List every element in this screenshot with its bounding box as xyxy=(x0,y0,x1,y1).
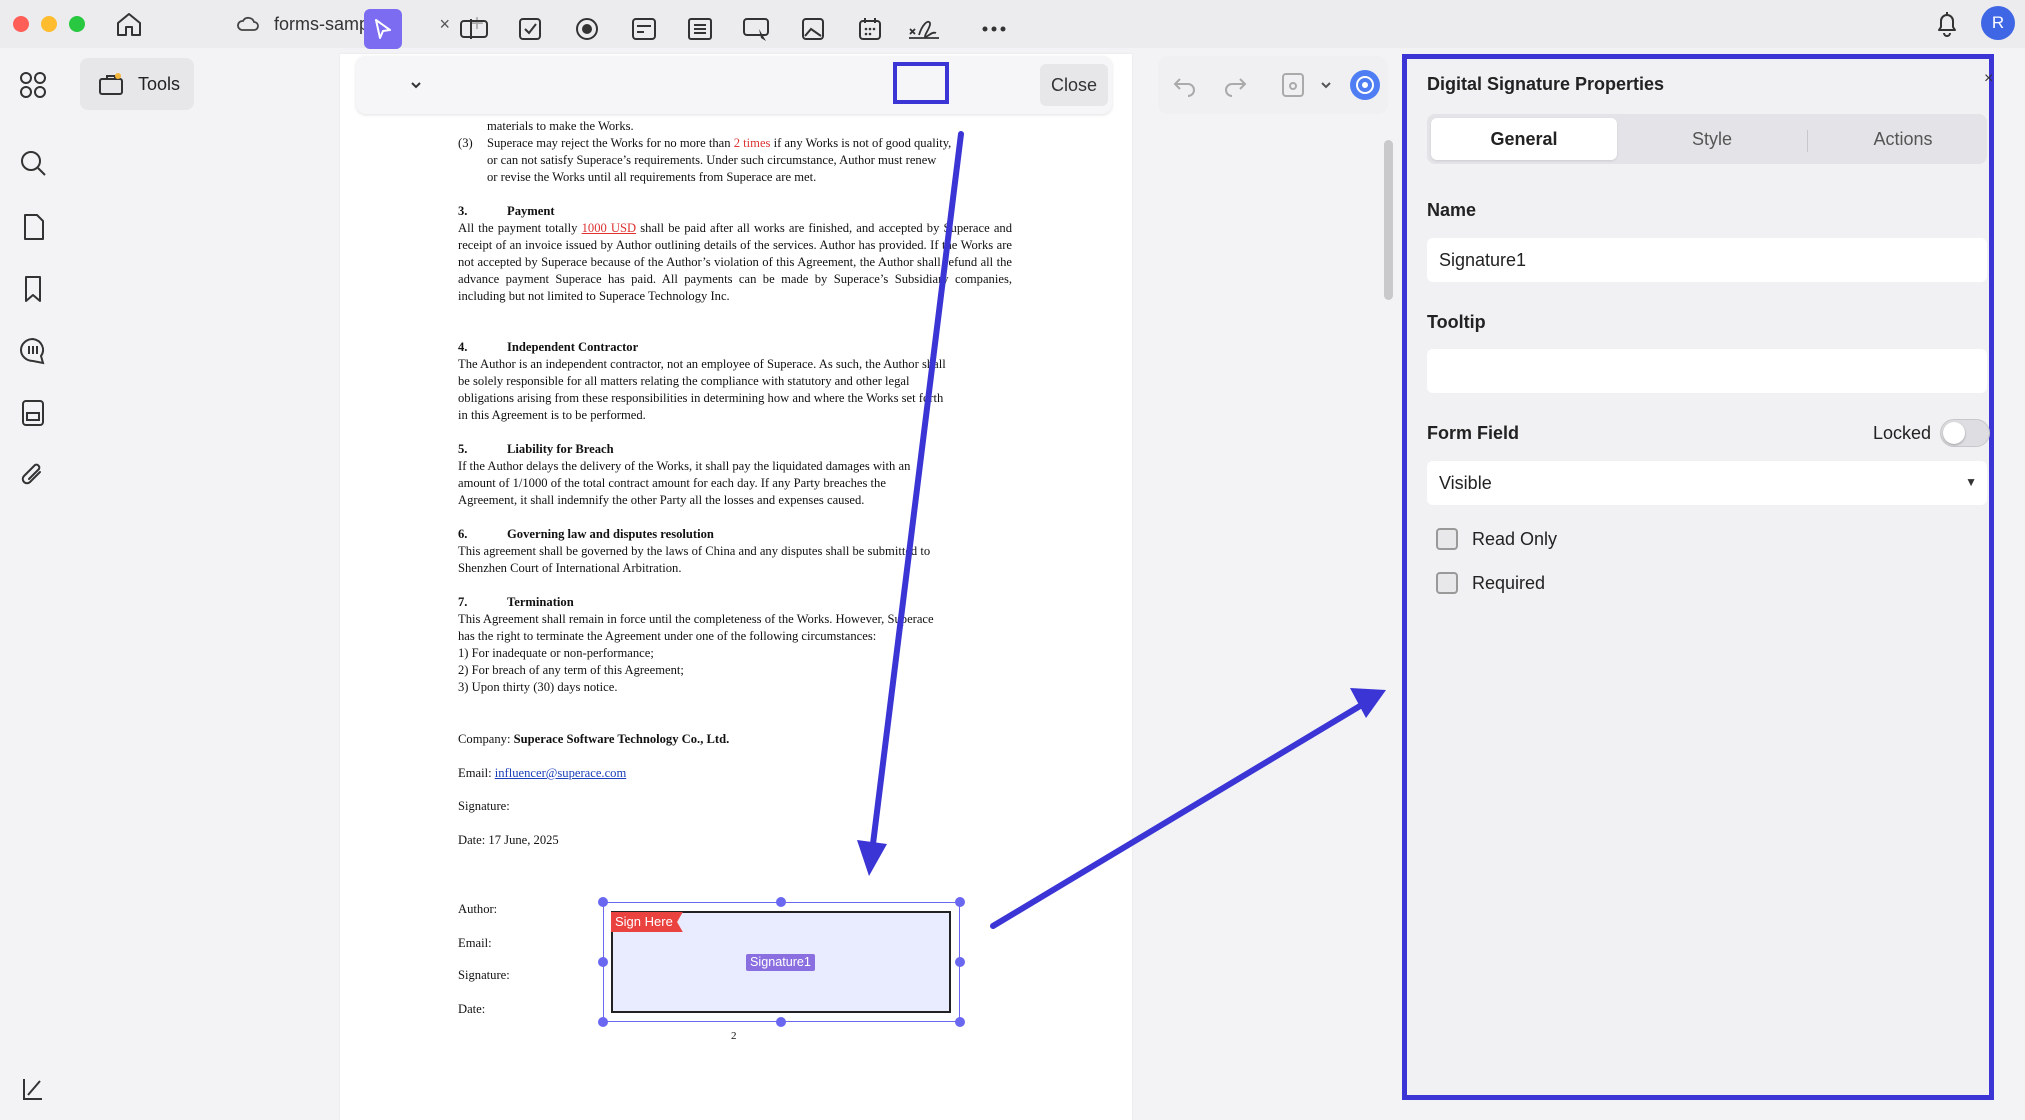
arrow-to-panel xyxy=(990,700,1368,929)
arrow-to-panel-head xyxy=(1350,688,1386,718)
arrow-to-field xyxy=(869,131,964,855)
annotation-arrows xyxy=(857,131,1386,929)
arrow-to-field-head xyxy=(857,840,887,876)
